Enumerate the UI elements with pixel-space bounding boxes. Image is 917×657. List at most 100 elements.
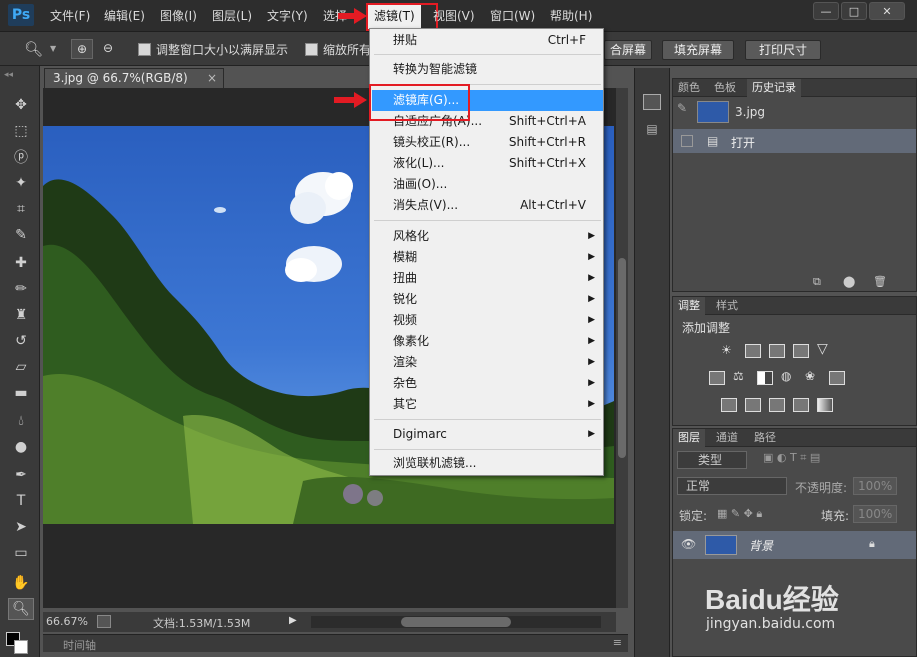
status-arrow-icon[interactable]: ▶ (289, 615, 297, 626)
menu-layer[interactable]: 图层(L) (212, 0, 252, 32)
lock-icons[interactable]: ▦ ✎ ✥ 🔒︎ (717, 507, 762, 521)
maximize-button[interactable]: □ (841, 2, 867, 20)
eye-visibility-icon[interactable]: 👁︎ (681, 537, 696, 551)
minimize-button[interactable]: — (813, 2, 839, 20)
type-tool-icon[interactable]: T (8, 490, 34, 512)
close-button[interactable]: ✕ (869, 2, 905, 20)
path-selection-tool-icon[interactable]: ➤ (8, 516, 34, 538)
eyedropper-tool-icon[interactable]: ✎ (8, 224, 34, 246)
camera-icon[interactable]: ⬤ (843, 275, 855, 288)
tab-layers[interactable]: 图层 (673, 429, 705, 447)
tab-adjustments[interactable]: 调整 (673, 297, 705, 315)
rectangle-tool-icon[interactable]: ▭ (8, 542, 34, 564)
history-step-checkbox[interactable] (681, 135, 693, 147)
layer-row-background[interactable]: 👁︎ 背景 🔒︎ (673, 531, 916, 559)
tab-history[interactable]: 历史记录 (747, 79, 801, 97)
tool-preset-chevron-icon[interactable]: ▼ (50, 44, 56, 53)
eraser-tool-icon[interactable]: ▱ (8, 356, 34, 378)
hand-tool-icon[interactable]: ✋ (8, 572, 34, 594)
menu-item-sharpen[interactable]: 锐化 ▶ (372, 289, 603, 310)
blend-mode-select[interactable]: 正常 (677, 477, 787, 495)
tab-channels[interactable]: 通道 (711, 429, 743, 447)
tab-paths[interactable]: 路径 (749, 429, 781, 447)
history-step-row[interactable]: ▤ 打开 (673, 129, 916, 153)
menu-item-blur[interactable]: 模糊 ▶ (372, 247, 603, 268)
collapse-icon[interactable]: ◂◂ (4, 70, 13, 80)
menu-item-lens-correction[interactable]: 镜头校正(R)... Shift+Ctrl+R (372, 132, 603, 153)
zoom-tool-icon[interactable]: 🔍︎ (24, 40, 43, 58)
gradient-tool-icon[interactable]: ▬ (8, 382, 34, 404)
magic-wand-tool-icon[interactable]: ✦ (8, 172, 34, 194)
menu-item-video[interactable]: 视频 ▶ (372, 310, 603, 331)
horizontal-scroll-thumb[interactable] (401, 617, 511, 627)
crop-tool-icon[interactable]: ⌗ (8, 198, 34, 220)
invert-icon[interactable] (721, 398, 737, 412)
dodge-tool-icon[interactable]: ● (8, 436, 34, 458)
zoom-all-checkbox[interactable] (305, 43, 318, 56)
menu-item-convert-smart-filter[interactable]: 转换为智能滤镜 (372, 59, 603, 80)
properties-panel-icon[interactable]: ▤ (643, 122, 661, 138)
document-tab[interactable]: 3.jpg @ 66.7%(RGB/8) × (44, 68, 224, 88)
move-tool-icon[interactable]: ✥ (8, 94, 34, 116)
snapshot-name[interactable]: 3.jpg (735, 105, 765, 119)
pen-tool-icon[interactable]: ✒ (8, 464, 34, 486)
menu-edit[interactable]: 编辑(E) (104, 0, 145, 32)
brightness-contrast-icon[interactable]: ☀ (721, 343, 732, 357)
color-balance-icon[interactable]: ⚖ (733, 369, 744, 383)
black-white-icon[interactable] (757, 371, 773, 385)
layer-filter-icons[interactable]: ▣ ◐ T ⌗ ▤ (763, 451, 820, 465)
zoom-in-icon[interactable]: ⊕ (71, 39, 93, 59)
timeline-tab[interactable]: 时间轴 (63, 637, 96, 653)
fill-input[interactable]: 100% (853, 505, 897, 523)
new-document-from-state-icon[interactable]: ⧉ (813, 275, 821, 289)
menu-item-other[interactable]: 其它 ▶ (372, 394, 603, 415)
zoom-out-icon[interactable]: ⊖ (97, 39, 119, 59)
menu-item-distort[interactable]: 扭曲 ▶ (372, 268, 603, 289)
status-menu-icon[interactable] (97, 615, 111, 628)
opacity-input[interactable]: 100% (853, 477, 897, 495)
print-size-button[interactable]: 打印尺寸 (745, 40, 821, 60)
clone-stamp-tool-icon[interactable]: ♜ (8, 304, 34, 326)
photo-filter-icon[interactable]: ◍ (781, 369, 791, 383)
resize-window-checkbox[interactable] (138, 43, 151, 56)
menu-file[interactable]: 文件(F) (50, 0, 90, 32)
marquee-tool-icon[interactable]: ⬚ (8, 120, 34, 142)
exposure-icon[interactable] (793, 344, 809, 358)
hue-saturation-icon[interactable] (709, 371, 725, 385)
blur-tool-icon[interactable]: 💧︎ (8, 410, 34, 432)
horizontal-scrollbar[interactable] (311, 616, 601, 628)
menu-item-digimarc[interactable]: Digimarc ▶ (372, 424, 603, 445)
curves-icon[interactable] (769, 344, 785, 358)
panel-menu-icon[interactable]: ≡ (613, 636, 622, 649)
gradient-map-icon[interactable] (817, 398, 833, 412)
menu-item-noise[interactable]: 杂色 ▶ (372, 373, 603, 394)
levels-icon[interactable] (745, 344, 761, 358)
history-brush-tool-icon[interactable]: ↺ (8, 330, 34, 352)
color-lookup-icon[interactable] (829, 371, 845, 385)
history-brush-source-icon[interactable]: ✎ (677, 101, 693, 121)
menu-item-browse-online-filters[interactable]: 浏览联机滤镜... (372, 453, 603, 474)
zoom-level[interactable]: 66.67% (46, 615, 88, 628)
menu-item-stylize[interactable]: 风格化 ▶ (372, 226, 603, 247)
tab-color[interactable]: 颜色 (673, 79, 705, 97)
fill-screen-button[interactable]: 填充屏幕 (662, 40, 734, 60)
menu-item-oil-paint[interactable]: 油画(O)... (372, 174, 603, 195)
vertical-scroll-thumb[interactable] (618, 258, 626, 458)
menu-item-vanishing-point[interactable]: 消失点(V)... Alt+Ctrl+V (372, 195, 603, 216)
tab-swatches[interactable]: 色板 (709, 79, 741, 97)
menu-item-pixelate[interactable]: 像素化 ▶ (372, 331, 603, 352)
vibrance-icon[interactable]: ▽ (817, 341, 828, 357)
threshold-icon[interactable] (769, 398, 785, 412)
layer-kind-filter[interactable]: 类型 (677, 451, 747, 469)
menu-item-render[interactable]: 渲染 ▶ (372, 352, 603, 373)
menu-item-tile[interactable]: 拼贴 Ctrl+F (372, 30, 603, 51)
layer-name[interactable]: 背景 (749, 537, 773, 554)
fit-screen-button[interactable]: 合屏幕 (604, 40, 652, 60)
posterize-icon[interactable] (745, 398, 761, 412)
background-color-swatch[interactable] (14, 640, 28, 654)
brush-tool-icon[interactable]: ✏ (8, 278, 34, 300)
selective-color-icon[interactable] (793, 398, 809, 412)
zoom-tool-active-icon[interactable]: 🔍︎ (8, 598, 34, 620)
menu-type[interactable]: 文字(Y) (267, 0, 308, 32)
tab-styles[interactable]: 样式 (711, 297, 743, 315)
